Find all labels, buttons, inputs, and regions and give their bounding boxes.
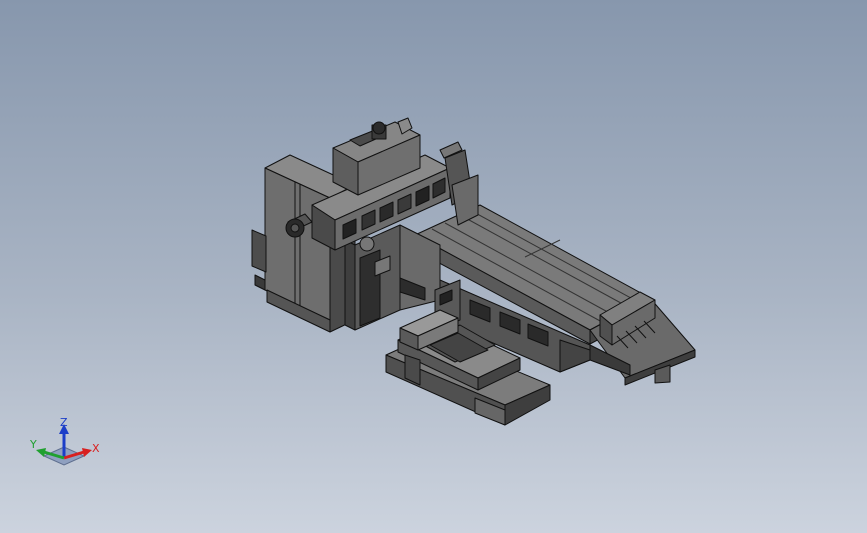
x-axis-label: X [92,442,100,455]
z-axis-label: Z [60,418,68,429]
graphics-viewport[interactable]: Z X Y [0,0,867,533]
cnc-gantry-machine-model[interactable] [0,0,867,533]
orientation-triad: Z X Y [29,418,100,466]
y-axis-label: Y [29,438,37,451]
